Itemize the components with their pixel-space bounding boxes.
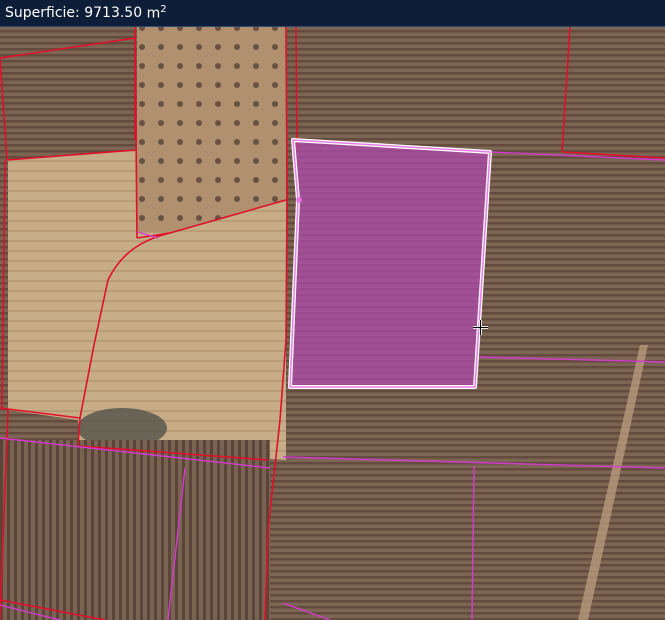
field-orchard (137, 27, 286, 233)
selected-parcel[interactable] (288, 138, 492, 389)
move-crosshair-icon (473, 320, 488, 335)
area-value: 9713.50 (84, 5, 143, 21)
area-unit: m2 (146, 4, 167, 22)
satellite-map[interactable] (0, 27, 665, 620)
vertex-handle[interactable] (296, 197, 302, 203)
map-viewport[interactable]: Superficie: 9713.50 m2 (0, 0, 665, 620)
area-label: Superficie: (5, 5, 80, 21)
area-readout-bar: Superficie: 9713.50 m2 (0, 0, 665, 27)
field-bottom-left (0, 440, 270, 620)
